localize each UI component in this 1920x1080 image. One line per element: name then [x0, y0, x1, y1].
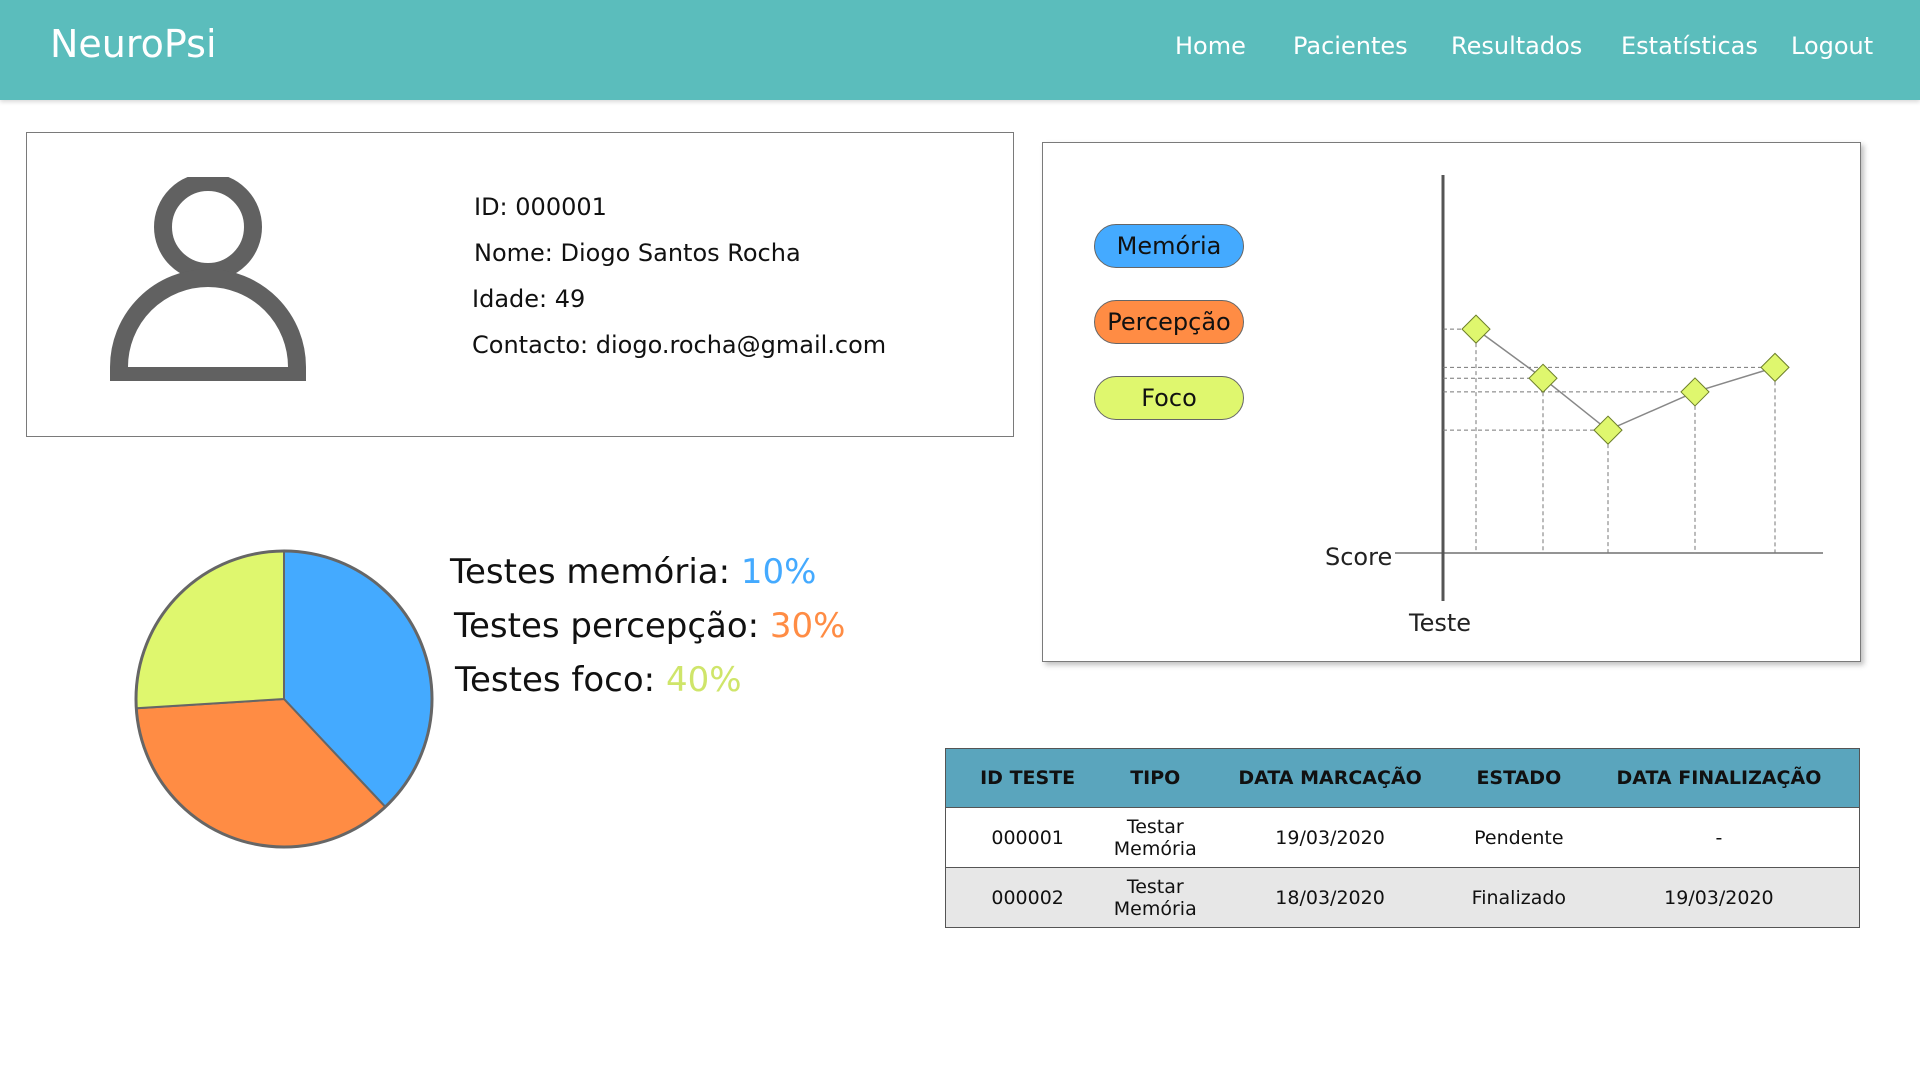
test-distribution-pie [134, 549, 434, 849]
series-line-foco [1475, 328, 1776, 432]
col-tipo[interactable]: TIPO [1109, 748, 1202, 808]
y-axis-label: Score [1325, 543, 1392, 571]
nav-resultados[interactable]: Resultados [1451, 32, 1582, 60]
nav-home[interactable]: Home [1175, 32, 1246, 60]
cell-data-finalizacao: - [1578, 807, 1860, 868]
data-point-2[interactable] [1593, 415, 1623, 445]
cell-tipo: Testar Memória [1109, 867, 1202, 928]
col-id-teste[interactable]: ID TESTE [945, 748, 1110, 808]
cell-data-marcacao: 19/03/2020 [1201, 807, 1459, 868]
table-row[interactable]: 000002 Testar Memória 18/03/2020 Finaliz… [945, 867, 1860, 928]
table-header-row: ID TESTE TIPO DATA MARCAÇÃO ESTADO DATA … [945, 748, 1860, 808]
stat-foco: Testes foco: 40% [455, 660, 742, 700]
cell-data-finalizacao: 19/03/2020 [1578, 867, 1860, 928]
stat-memoria: Testes memória: 10% [450, 552, 816, 592]
stat-percepcao: Testes percepção: 30% [454, 606, 846, 646]
nav-pacientes[interactable]: Pacientes [1293, 32, 1408, 60]
cell-tipo: Testar Memória [1109, 807, 1202, 868]
main-nav: Home Pacientes Resultados Estatísticas L… [0, 32, 1920, 72]
nav-estatisticas[interactable]: Estatísticas [1621, 32, 1758, 60]
cell-data-marcacao: 18/03/2020 [1201, 867, 1459, 928]
col-data-finalizacao[interactable]: DATA FINALIZAÇÃO [1578, 748, 1860, 808]
col-estado[interactable]: ESTADO [1458, 748, 1579, 808]
nav-logout[interactable]: Logout [1791, 32, 1873, 60]
x-axis-label: Teste [1408, 609, 1471, 637]
tests-table: ID TESTE TIPO DATA MARCAÇÃO ESTADO DATA … [945, 748, 1860, 928]
data-point-0[interactable] [1461, 314, 1491, 344]
data-point-3[interactable] [1680, 377, 1710, 407]
cell-id: 000001 [945, 807, 1110, 868]
score-line-chart: Score Teste [1325, 175, 1823, 637]
table-row[interactable]: 000001 Testar Memória 19/03/2020 Pendent… [945, 807, 1860, 868]
cell-id: 000002 [945, 867, 1110, 928]
user-icon [110, 177, 306, 381]
stat-foco-label: Testes foco: [455, 660, 666, 700]
data-point-1[interactable] [1528, 363, 1558, 393]
col-data-marcacao[interactable]: DATA MARCAÇÃO [1201, 748, 1459, 808]
score-chart-panel: Memória Percepção Foco Score Teste [1042, 142, 1861, 662]
patient-id: ID: 000001 [474, 193, 607, 221]
stat-percepcao-label: Testes percepção: [454, 606, 770, 646]
patient-name: Nome: Diogo Santos Rocha [474, 239, 801, 267]
top-navbar: NeuroPsi Home Pacientes Resultados Estat… [0, 0, 1920, 100]
stat-percepcao-value: 30% [769, 606, 846, 646]
data-point-4[interactable] [1760, 352, 1790, 383]
cell-estado: Finalizado [1458, 867, 1579, 928]
pie-slice-2 [135, 549, 285, 710]
stat-memoria-value: 10% [740, 552, 817, 592]
patient-age: Idade: 49 [472, 285, 586, 313]
patient-contact: Contacto: diogo.rocha@gmail.com [472, 331, 887, 359]
stat-foco-value: 40% [665, 660, 742, 700]
cell-estado: Pendente [1458, 807, 1579, 868]
stat-memoria-label: Testes memória: [450, 552, 741, 592]
patient-profile-card: ID: 000001 Nome: Diogo Santos Rocha Idad… [26, 132, 1014, 437]
